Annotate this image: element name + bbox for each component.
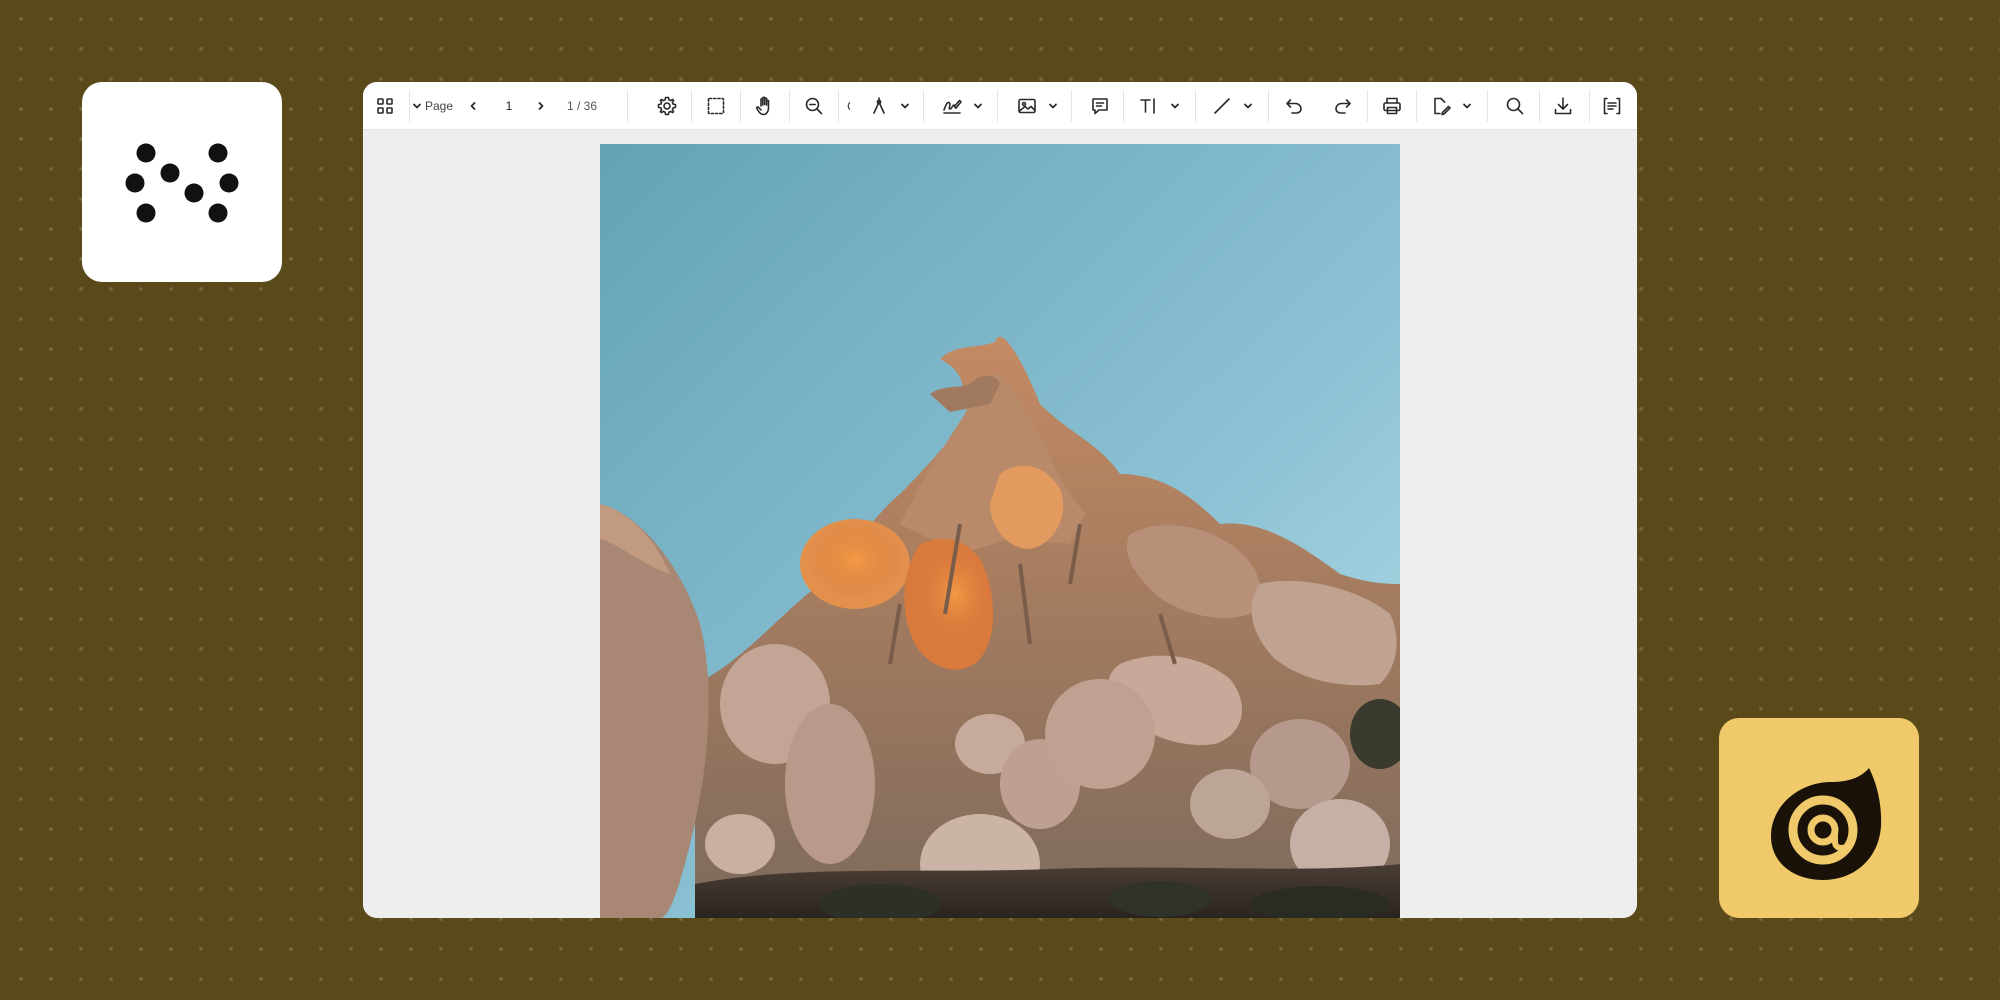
- pan-button[interactable]: [747, 88, 783, 124]
- print-button[interactable]: [1374, 88, 1410, 124]
- chevron-down-icon: [1244, 103, 1252, 109]
- toolbar-separator: [1123, 90, 1124, 122]
- page-mode-dropdown[interactable]: [411, 88, 423, 124]
- pdf-viewer: Page 1 / 36: [363, 82, 1637, 918]
- dashed-rectangle-icon: [707, 97, 725, 115]
- toolbar-separator: [997, 90, 998, 122]
- previous-page-button[interactable]: [461, 88, 485, 124]
- toolbar-separator: [1071, 90, 1072, 122]
- chevron-down-icon: [1049, 103, 1057, 109]
- dots-logo-icon: [125, 143, 239, 223]
- toolbar-separator: [740, 90, 741, 122]
- draw-button[interactable]: [861, 88, 897, 124]
- page-label: Page: [424, 99, 454, 113]
- image-button[interactable]: [1009, 88, 1045, 124]
- download-button[interactable]: [1545, 88, 1581, 124]
- chevron-down-icon: [974, 103, 982, 109]
- toolbar-separator: [409, 90, 410, 122]
- toolbar-separator: [838, 90, 839, 122]
- toolbar-separator: [923, 90, 924, 122]
- selection-button[interactable]: [698, 88, 734, 124]
- line-icon: [1214, 98, 1230, 114]
- hand-icon: [755, 96, 770, 116]
- form-fields-button[interactable]: [1594, 88, 1630, 124]
- edit-button[interactable]: [1423, 88, 1459, 124]
- shapes-dropdown[interactable]: [1240, 88, 1256, 124]
- toolbar-separator: [1195, 90, 1196, 122]
- text-button[interactable]: [1131, 88, 1167, 124]
- chevron-down-icon: [1463, 103, 1471, 109]
- toolbar-separator: [1539, 90, 1540, 122]
- page-count: 1 / 36: [567, 99, 598, 113]
- document-page: [600, 144, 1400, 918]
- chevron-right-icon: [538, 102, 544, 110]
- comment-button[interactable]: [1082, 88, 1118, 124]
- text-dropdown[interactable]: [1167, 88, 1183, 124]
- search-button[interactable]: [1497, 88, 1533, 124]
- zoom-level-icon: [847, 102, 851, 110]
- right-logo-card: [1719, 718, 1919, 918]
- chevron-down-icon: [901, 103, 909, 109]
- zoom-out-icon: [805, 97, 823, 115]
- edit-dropdown[interactable]: [1459, 88, 1475, 124]
- shapes-button[interactable]: [1204, 88, 1240, 124]
- zoom-dropdown[interactable]: [843, 88, 859, 124]
- toolbar-separator: [789, 90, 790, 122]
- toolbar-separator: [1589, 90, 1590, 122]
- toolbar-separator: [691, 90, 692, 122]
- image-icon: [1018, 98, 1036, 114]
- redo-icon: [1335, 99, 1351, 114]
- comment-icon: [1092, 98, 1108, 115]
- chevron-down-icon: [413, 103, 421, 109]
- download-icon: [1554, 97, 1572, 115]
- rock-formation-photo: [600, 144, 1400, 918]
- undo-button[interactable]: [1276, 88, 1312, 124]
- draw-dropdown[interactable]: [897, 88, 913, 124]
- chevron-down-icon: [1171, 103, 1179, 109]
- printer-icon: [1383, 97, 1401, 115]
- blazor-at-logo-icon: [1771, 768, 1882, 880]
- grid-icon: [377, 98, 393, 114]
- pencil-page-icon: [1434, 97, 1451, 116]
- search-icon: [1506, 97, 1524, 115]
- signature-icon: [943, 99, 962, 114]
- left-logo-card: [82, 82, 282, 282]
- image-dropdown[interactable]: [1045, 88, 1061, 124]
- toolbar-separator: [1268, 90, 1269, 122]
- toolbar-separator: [1416, 90, 1417, 122]
- signature-dropdown[interactable]: [970, 88, 986, 124]
- chevron-left-icon: [470, 102, 476, 110]
- zoom-out-button[interactable]: [796, 88, 832, 124]
- page-number-input[interactable]: [494, 94, 524, 118]
- settings-button[interactable]: [649, 88, 685, 124]
- thumbnails-button[interactable]: [367, 88, 403, 124]
- undo-icon: [1286, 99, 1302, 114]
- form-fields-icon: [1603, 97, 1621, 115]
- toolbar-separator: [1487, 90, 1488, 122]
- toolbar-separator: [1367, 90, 1368, 122]
- gear-icon: [657, 96, 677, 116]
- signature-button[interactable]: [934, 88, 970, 124]
- toolbar-separator: [627, 90, 628, 122]
- next-page-button[interactable]: [529, 88, 553, 124]
- text-cursor-icon: [1140, 98, 1155, 114]
- pen-nib-icon: [873, 97, 885, 114]
- toolbar: Page 1 / 36: [363, 82, 1637, 130]
- document-canvas[interactable]: [363, 130, 1637, 918]
- redo-button[interactable]: [1325, 88, 1361, 124]
